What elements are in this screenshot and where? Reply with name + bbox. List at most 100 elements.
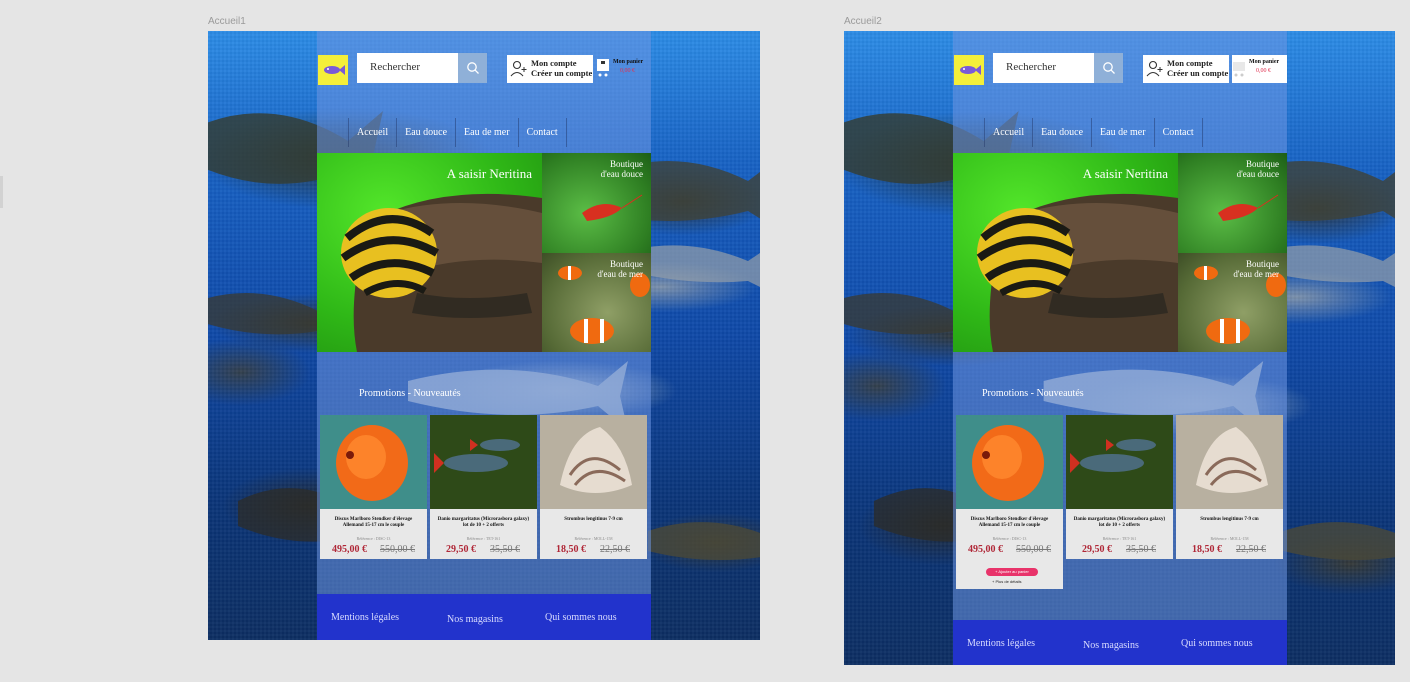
nav-item-contact[interactable]: Contact: [1153, 118, 1203, 147]
web-page: Rechercher Mon compte Créer un compte Mo…: [317, 31, 651, 640]
account-label: Mon compte: [531, 58, 577, 68]
account-button[interactable]: Mon compte Créer un compte: [1143, 55, 1229, 83]
footer: Mentions légales Nos magasins Qui sommes…: [953, 620, 1287, 665]
nav-item-eau-de-mer[interactable]: Eau de mer: [455, 118, 518, 147]
freshwater-banner[interactable]: Boutique d'eau douce: [542, 153, 651, 253]
product-ref: Référence : TET-161: [1102, 536, 1137, 541]
main-nav: Accueil Eau douce Eau de mer Contact: [348, 118, 567, 147]
shell-image: [560, 427, 632, 493]
product-name: Danio margaritatus (Microrasbora galaxy)…: [437, 517, 530, 528]
hero-banner[interactable]: A saisir Neritina: [953, 153, 1178, 352]
fish-logo-icon: [960, 65, 981, 75]
create-account-label: Créer un compte: [531, 68, 593, 78]
fish-logo-icon: [324, 65, 345, 75]
footer-link-about[interactable]: Qui sommes nous: [545, 612, 617, 623]
footer-link-about[interactable]: Qui sommes nous: [1181, 638, 1253, 649]
saltwater-label-2: d'eau de mer: [597, 269, 643, 279]
footer-link-magasins[interactable]: Nos magasins: [1083, 640, 1139, 651]
discus-image: [972, 425, 1044, 501]
saltwater-banner[interactable]: Boutique d'eau de mer: [542, 253, 651, 352]
artboard-label[interactable]: Accueil2: [844, 16, 882, 27]
product-image: [430, 415, 537, 509]
product-price: 495,00 €: [332, 544, 367, 555]
cart-button[interactable]: Mon panier 0,00 €: [1232, 55, 1287, 83]
product-price: 18,50 €: [556, 544, 586, 555]
artboard-label[interactable]: Accueil1: [208, 16, 246, 27]
artboard-accueil1: Rechercher Mon compte Créer un compte Mo…: [208, 31, 760, 640]
product-old-price: 550,00 €: [1016, 544, 1051, 555]
footer-link-mentions[interactable]: Mentions légales: [967, 638, 1035, 649]
shop-logo[interactable]: [954, 55, 984, 85]
freshwater-label-1: Boutique: [1246, 159, 1279, 169]
search-button[interactable]: [1094, 53, 1123, 83]
product-old-price: 22,50 €: [1236, 544, 1266, 555]
danio-image: [434, 439, 520, 473]
cart-icon: [1233, 62, 1245, 77]
product-ref: Référence : DISC-13: [992, 536, 1027, 541]
artboard-accueil2: Rechercher Mon compte Créer un compte Mo…: [844, 31, 1395, 665]
hero-title: A saisir Neritina: [446, 166, 532, 181]
discus-image: [336, 425, 408, 501]
shell-image: [1196, 427, 1268, 493]
promo-title: Promotions - Nouveautés: [982, 388, 1084, 399]
footer-link-mentions[interactable]: Mentions légales: [331, 612, 399, 623]
product-image: [540, 415, 647, 509]
cart-total: 0,00 €: [1256, 68, 1271, 74]
nav-item-accueil[interactable]: Accueil: [348, 118, 396, 147]
hero-title: A saisir Neritina: [1082, 166, 1168, 181]
product-name: Strombus lengitinus 7-9 cm: [564, 517, 623, 522]
snail-image: [340, 193, 542, 352]
shop-logo[interactable]: [318, 55, 348, 85]
footer-link-magasins[interactable]: Nos magasins: [447, 614, 503, 625]
product-image: [1066, 415, 1173, 509]
product-price: 18,50 €: [1192, 544, 1222, 555]
web-page: Rechercher Mon compte Créer un compte Mo…: [953, 31, 1287, 665]
search-input[interactable]: Rechercher: [993, 53, 1094, 83]
account-label: Mon compte: [1167, 58, 1213, 68]
product-name: Danio margaritatus (Microrasbora galaxy)…: [1073, 517, 1166, 528]
product-old-price: 550,00 €: [380, 544, 415, 555]
product-price: 29,50 €: [1082, 544, 1112, 555]
product-ref: Référence : MOLL-158: [574, 536, 613, 541]
product-card-hovered[interactable]: Discus Marlboro Stendker d'élevage Allem…: [956, 415, 1063, 589]
hero-banner[interactable]: A saisir Neritina: [317, 153, 542, 352]
search-input[interactable]: Rechercher: [357, 53, 458, 83]
nav-item-contact[interactable]: Contact: [517, 118, 567, 147]
product-name: Strombus lengitinus 7-9 cm: [1200, 517, 1259, 522]
product-price: 29,50 €: [446, 544, 476, 555]
nav-item-eau-douce[interactable]: Eau douce: [1032, 118, 1091, 147]
canvas-selection-mark: [0, 176, 3, 208]
snail-image: [976, 193, 1178, 352]
product-image: [956, 415, 1063, 509]
product-old-price: 22,50 €: [600, 544, 630, 555]
search-icon: [1102, 62, 1115, 74]
add-user-icon: [510, 60, 527, 77]
cart-label: Mon panier: [1249, 59, 1280, 65]
freshwater-banner[interactable]: Boutique d'eau douce: [1178, 153, 1287, 253]
product-card[interactable]: Danio margaritatus (Microrasbora galaxy)…: [430, 415, 537, 559]
product-image: [320, 415, 427, 509]
add-to-cart-button[interactable]: + Ajouter au panier: [986, 568, 1038, 576]
search-button[interactable]: [458, 53, 487, 83]
product-card[interactable]: Danio margaritatus (Microrasbora galaxy)…: [1066, 415, 1173, 559]
account-button[interactable]: Mon compte Créer un compte: [507, 55, 593, 83]
product-name: Discus Marlboro Stendker d'élevage Allem…: [970, 517, 1049, 528]
product-ref: Référence : TET-161: [466, 536, 501, 541]
nav-item-accueil[interactable]: Accueil: [984, 118, 1032, 147]
saltwater-label-1: Boutique: [610, 259, 643, 269]
more-details-link[interactable]: + Plus de détails: [992, 579, 1021, 584]
product-name: Discus Marlboro Stendker d'élevage Allem…: [334, 517, 413, 528]
product-card[interactable]: Discus Marlboro Stendker d'élevage Allem…: [320, 415, 427, 559]
promo-title: Promotions - Nouveautés: [359, 388, 461, 399]
saltwater-banner[interactable]: Boutique d'eau de mer: [1178, 253, 1287, 352]
product-ref: Référence : MOLL-158: [1210, 536, 1249, 541]
product-card[interactable]: Strombus lengitinus 7-9 cm Référence : M…: [1176, 415, 1283, 559]
cart-total: 0,00 €: [620, 68, 635, 74]
footer: Mentions légales Nos magasins Qui sommes…: [317, 594, 651, 640]
cart-button[interactable]: Mon panier 0,00 €: [596, 55, 651, 83]
nav-item-eau-de-mer[interactable]: Eau de mer: [1091, 118, 1154, 147]
product-old-price: 35,50 €: [1126, 544, 1156, 555]
nav-item-eau-douce[interactable]: Eau douce: [396, 118, 455, 147]
product-card[interactable]: Strombus lengitinus 7-9 cm Référence : M…: [540, 415, 647, 559]
saltwater-label-2: d'eau de mer: [1233, 269, 1279, 279]
